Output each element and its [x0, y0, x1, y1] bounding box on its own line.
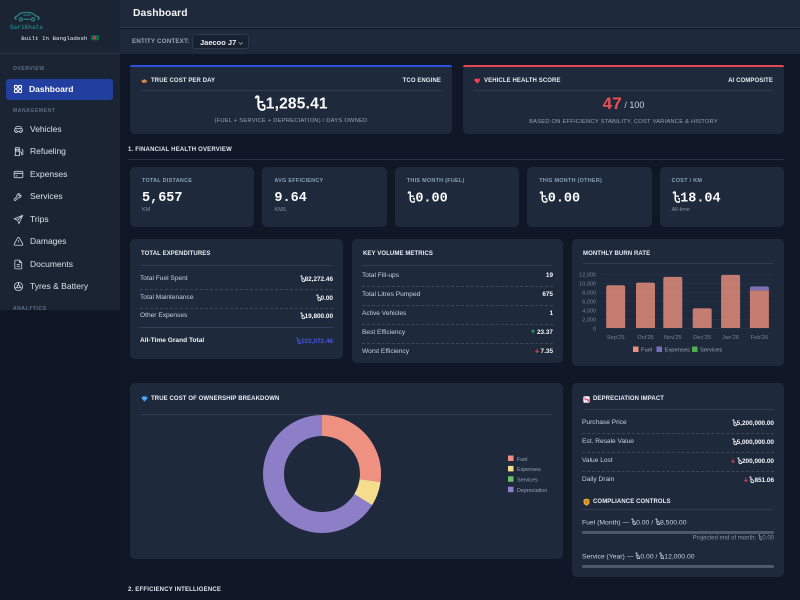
svg-text:10,000: 10,000: [579, 282, 596, 288]
svg-text:Jan'26: Jan'26: [722, 335, 739, 341]
svg-text:Fuel: Fuel: [517, 457, 528, 463]
svg-text:Nov'25: Nov'25: [664, 335, 682, 341]
svg-text:Oct'25: Oct'25: [637, 335, 654, 341]
svg-text:Expenses: Expenses: [665, 348, 691, 354]
svg-text:Dec'25: Dec'25: [693, 335, 711, 341]
svg-text:Sep'25: Sep'25: [607, 335, 625, 341]
svg-text:Depreciation: Depreciation: [517, 488, 547, 494]
svg-text:Services: Services: [517, 478, 538, 484]
svg-text:6,000: 6,000: [582, 300, 596, 306]
svg-text:12,000: 12,000: [579, 273, 596, 279]
svg-text:0: 0: [593, 327, 596, 333]
svg-text:2,000: 2,000: [582, 318, 596, 324]
svg-text:Feb'26: Feb'26: [751, 335, 769, 341]
svg-text:Fuel: Fuel: [641, 348, 652, 354]
svg-text:4,000: 4,000: [582, 309, 596, 315]
svg-text:Services: Services: [700, 348, 722, 354]
svg-text:Expenses: Expenses: [517, 467, 541, 473]
svg-text:8,000: 8,000: [582, 291, 596, 297]
